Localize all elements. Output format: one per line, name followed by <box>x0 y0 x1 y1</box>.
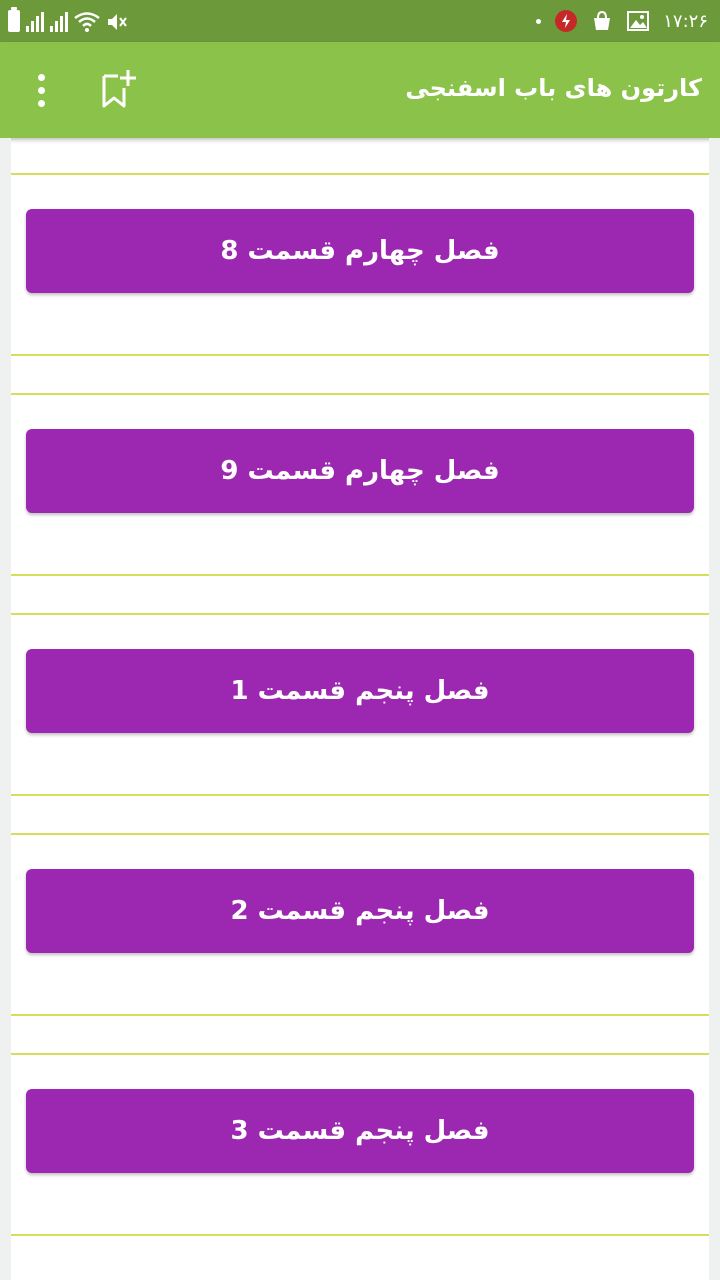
status-bar: ۱۷:۲۶ <box>0 0 720 42</box>
divider <box>11 574 709 576</box>
list-item: فصل پنجم قسمت 2 <box>11 798 709 1018</box>
bag-icon <box>591 10 613 32</box>
app-bar: کارتون های باب اسفنجی <box>0 42 720 138</box>
bookmark-add-icon[interactable] <box>98 68 142 112</box>
episode-button[interactable]: فصل چهارم قسمت 8 <box>26 209 694 293</box>
divider <box>11 393 709 395</box>
gallery-icon <box>627 11 650 31</box>
left-edge <box>0 138 11 1280</box>
episode-button[interactable]: فصل چهارم قسمت 9 <box>26 429 694 513</box>
signal-icon <box>50 12 68 32</box>
episode-button[interactable]: فصل پنجم قسمت 3 <box>26 1089 694 1173</box>
divider <box>11 833 709 835</box>
list-item: فصل چهارم قسمت 9 <box>11 358 709 578</box>
episode-button[interactable]: فصل پنجم قسمت 1 <box>26 649 694 733</box>
list-item: فصل چهارم قسمت 8 <box>11 138 709 358</box>
divider <box>11 173 709 175</box>
status-left-icons <box>8 7 128 32</box>
overflow-menu-icon[interactable] <box>26 66 56 114</box>
divider <box>11 1014 709 1016</box>
divider <box>11 1234 709 1236</box>
right-edge <box>709 138 720 1280</box>
charging-icon <box>555 10 578 32</box>
divider <box>11 794 709 796</box>
episode-button[interactable]: فصل پنجم قسمت 2 <box>26 869 694 953</box>
battery-icon <box>8 7 20 32</box>
divider <box>11 613 709 615</box>
app-title: کارتون های باب اسفنجی <box>405 74 702 102</box>
episode-list: فصل چهارم قسمت 8 فصل چهارم قسمت 9 فصل پن… <box>11 138 709 1238</box>
list-item: فصل پنجم قسمت 3 <box>11 1018 709 1238</box>
divider <box>11 1053 709 1055</box>
dot-icon <box>536 18 542 24</box>
status-time: ۱۷:۲۶ <box>663 10 708 32</box>
signal-icon <box>26 12 44 32</box>
divider <box>11 354 709 356</box>
wifi-icon <box>74 12 100 32</box>
list-item: فصل پنجم قسمت 1 <box>11 578 709 798</box>
status-right-icons: ۱۷:۲۶ <box>536 6 708 36</box>
mute-icon <box>106 12 128 32</box>
